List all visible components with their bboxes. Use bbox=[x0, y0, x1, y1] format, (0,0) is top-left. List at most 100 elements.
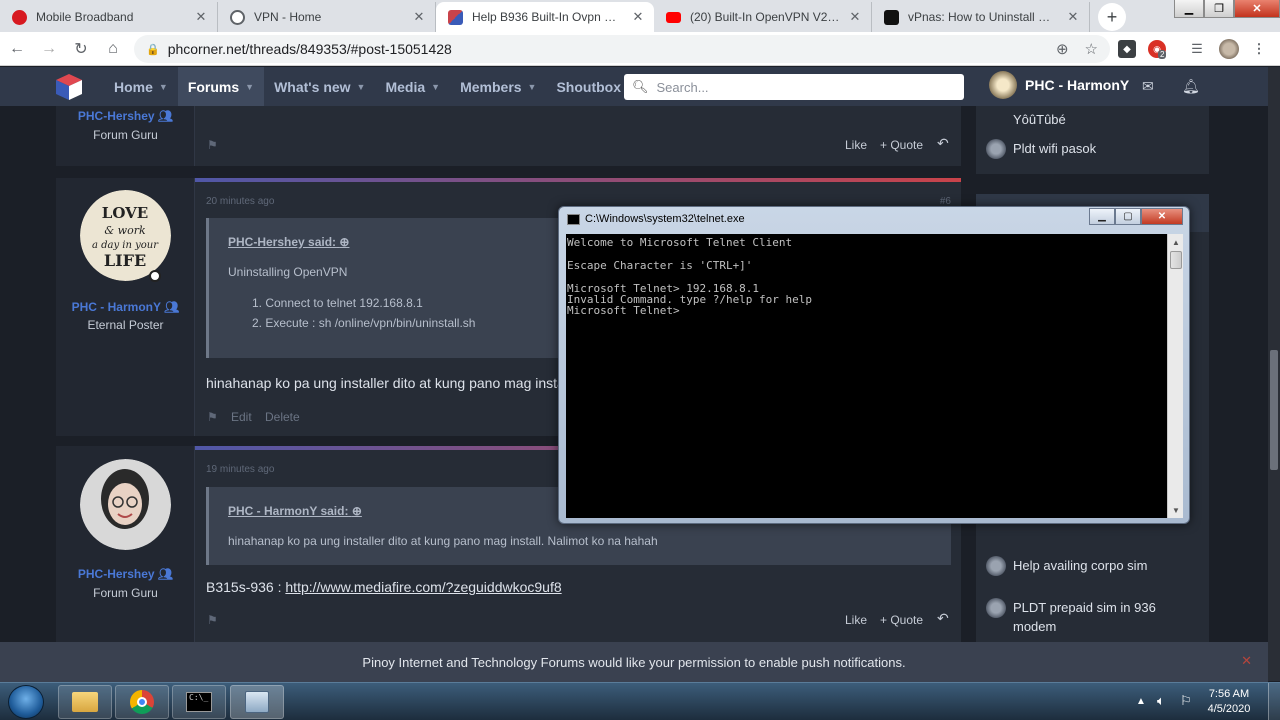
reading-list-icon[interactable]: ☰ bbox=[1188, 40, 1206, 58]
chrome-icon bbox=[130, 690, 154, 714]
sidebar-thread-item[interactable]: YôûTûbé bbox=[986, 110, 1201, 130]
taskbar-file-explorer[interactable] bbox=[58, 685, 112, 719]
reply-icon[interactable]: ↶ bbox=[937, 135, 949, 152]
telnet-window[interactable]: C:\Windows\system32\telnet.exe ▁ ▢ ✕ Wel… bbox=[558, 206, 1190, 524]
new-tab-button[interactable]: + bbox=[1098, 3, 1126, 31]
tab-vpnas[interactable]: vPnas: How to Uninstall Openvp ✕ bbox=[872, 2, 1090, 32]
taskbar-command-prompt[interactable]: C:\_ bbox=[172, 685, 226, 719]
mediafire-link[interactable]: http://www.mediafire.com/?zeguiddwkoc9uf… bbox=[285, 579, 561, 595]
taskbar-chrome[interactable] bbox=[115, 685, 169, 719]
clock-time: 7:56 AM bbox=[1208, 688, 1250, 700]
profile-avatar-icon[interactable] bbox=[1219, 39, 1239, 59]
quote-button[interactable]: + Quote bbox=[880, 613, 923, 627]
user-avatar[interactable]: LOVE & work a day in your LIFE bbox=[80, 190, 171, 281]
close-window-icon[interactable]: ✕ bbox=[1234, 0, 1280, 18]
search-placeholder: Search... bbox=[656, 79, 709, 95]
extension-shield-icon[interactable]: ◆ bbox=[1118, 40, 1136, 58]
site-navigation: Home ▼ Forums ▼ What's new ▼ Media ▼ Members… bbox=[0, 67, 1268, 106]
page-scrollbar-thumb[interactable] bbox=[1270, 350, 1278, 470]
bookmark-star-icon[interactable]: ☆ bbox=[1085, 40, 1098, 58]
console-scrollbar-thumb[interactable] bbox=[1170, 251, 1182, 269]
address-bar[interactable]: 🔒 phcorner.net/threads/849353/#post-1505… bbox=[134, 35, 1110, 63]
report-flag-icon[interactable]: ⚑ bbox=[207, 613, 218, 627]
sidebar-thread-item[interactable]: Pldt wifi pasok bbox=[986, 139, 1201, 159]
like-button[interactable]: Like bbox=[845, 613, 867, 627]
quote-button[interactable]: + Quote bbox=[880, 138, 923, 152]
tab-vpn-home[interactable]: VPN - Home ✕ bbox=[218, 2, 436, 32]
post-user-title: Forum Guru bbox=[93, 128, 158, 142]
edit-button[interactable]: Edit bbox=[231, 410, 252, 424]
tab-mobile-broadband[interactable]: Mobile Broadband ✕ bbox=[0, 2, 218, 32]
minimize-icon[interactable]: ▁ bbox=[1174, 0, 1204, 18]
volume-icon[interactable]: 🔈︎ bbox=[1157, 693, 1165, 709]
inbox-icon[interactable]: ✉ bbox=[1142, 78, 1154, 95]
tab-youtube-openvpn[interactable]: (20) Built-In OpenVPN V2 Instal ✕ bbox=[654, 2, 872, 32]
site-search-input[interactable]: 🔍︎ Search... bbox=[624, 74, 964, 100]
nav-shoutbox[interactable]: Shoutbox bbox=[546, 67, 631, 106]
taskbar-telnet[interactable] bbox=[230, 685, 284, 719]
nav-members[interactable]: Members ▼ bbox=[450, 67, 546, 106]
nav-media[interactable]: Media ▼ bbox=[375, 67, 450, 106]
post-timestamp[interactable]: 19 minutes ago bbox=[206, 464, 274, 475]
tab-close-icon[interactable]: ✕ bbox=[193, 9, 209, 25]
reply-icon[interactable]: ↶ bbox=[937, 610, 949, 627]
nav-home[interactable]: Home ▼ bbox=[104, 67, 178, 106]
bell-icon[interactable]: 🔔︎ bbox=[1182, 78, 1200, 95]
close-icon[interactable]: ✕ bbox=[1141, 208, 1183, 225]
tab-close-icon[interactable]: ✕ bbox=[847, 9, 863, 25]
scroll-down-arrow-icon[interactable]: ▼ bbox=[1168, 502, 1184, 518]
post-user-cell: PHC-Hershey 👥︎ Forum Guru bbox=[56, 106, 195, 166]
window-controls: ▁ ❐ ✕ bbox=[1174, 0, 1280, 18]
add-page-icon[interactable]: ⊕ bbox=[1056, 40, 1069, 58]
telnet-console[interactable]: Welcome to Microsoft Telnet Client ​Escap… bbox=[566, 234, 1167, 518]
sidebar-thread-item[interactable]: PLDT prepaid sim in 936 modem bbox=[986, 598, 1201, 636]
start-button[interactable] bbox=[8, 685, 44, 719]
console-line: Microsoft Telnet> bbox=[567, 304, 680, 318]
show-desktop-button[interactable] bbox=[1268, 683, 1280, 720]
restore-icon[interactable]: ❐ bbox=[1204, 0, 1234, 18]
chevron-down-icon[interactable]: ▼ bbox=[357, 82, 366, 92]
home-icon[interactable]: ⌂ bbox=[98, 34, 128, 64]
sidebar-thread-item[interactable]: Help availing corpo sim bbox=[986, 556, 1201, 576]
chevron-down-icon[interactable]: ▼ bbox=[245, 82, 254, 92]
tab-close-icon[interactable]: ✕ bbox=[411, 9, 427, 25]
chevron-down-icon[interactable]: ▼ bbox=[431, 82, 440, 92]
post-author[interactable]: PHC - HarmonY 👥︎ bbox=[56, 300, 195, 314]
minimize-icon[interactable]: ▁ bbox=[1089, 208, 1115, 225]
taskbar-clock[interactable]: 7:56 AM 4/5/2020 bbox=[1199, 687, 1259, 717]
lock-icon[interactable]: 🔒 bbox=[146, 43, 160, 56]
forward-arrow-icon[interactable]: → bbox=[34, 34, 64, 64]
user-avatar[interactable] bbox=[80, 459, 171, 550]
back-arrow-icon[interactable]: ← bbox=[2, 34, 32, 64]
tab-help-b936[interactable]: Help B936 Built-In Ovpn Bug | P ✕ bbox=[436, 2, 654, 32]
tab-title: vPnas: How to Uninstall Openvp bbox=[908, 10, 1059, 24]
post-author[interactable]: PHC-Hershey 👥︎ bbox=[56, 109, 195, 123]
post-author[interactable]: PHC-Hershey 👥︎ bbox=[56, 567, 195, 581]
tab-close-icon[interactable]: ✕ bbox=[1065, 9, 1081, 25]
action-center-icon[interactable]: ⚐ bbox=[1180, 693, 1192, 709]
chrome-menu-icon[interactable]: ⋮ bbox=[1250, 40, 1268, 58]
delete-button[interactable]: Delete bbox=[265, 410, 300, 424]
chevron-down-icon[interactable]: ▼ bbox=[159, 82, 168, 92]
console-scrollbar[interactable]: ▲ ▼ bbox=[1167, 234, 1183, 518]
report-flag-icon[interactable]: ⚑ bbox=[207, 410, 218, 424]
user-menu[interactable]: PHC - HarmonY bbox=[989, 71, 1129, 99]
page-scrollbar[interactable] bbox=[1268, 67, 1280, 681]
quote-author-link[interactable]: PHC - HarmonY said: ⊕ bbox=[228, 504, 362, 518]
reload-icon[interactable]: ↻ bbox=[66, 34, 96, 64]
thread-avatar bbox=[986, 598, 1006, 618]
report-flag-icon[interactable]: ⚑ bbox=[207, 138, 218, 152]
scroll-up-arrow-icon[interactable]: ▲ bbox=[1168, 234, 1184, 250]
maximize-icon[interactable]: ▢ bbox=[1115, 208, 1141, 225]
post-timestamp[interactable]: 20 minutes ago bbox=[206, 196, 274, 207]
nav-forums[interactable]: Forums ▼ bbox=[177, 67, 265, 106]
youtube-favicon-icon bbox=[666, 12, 681, 23]
show-hidden-icons-arrow[interactable]: ▲ bbox=[1136, 696, 1146, 707]
chevron-down-icon[interactable]: ▼ bbox=[528, 82, 537, 92]
like-button[interactable]: Like bbox=[845, 138, 867, 152]
quote-author-link[interactable]: PHC-Hershey said: ⊕ bbox=[228, 235, 349, 249]
phcorner-logo-icon[interactable] bbox=[54, 72, 84, 102]
nav-whats-new[interactable]: What's new ▼ bbox=[264, 67, 375, 106]
tab-close-icon[interactable]: ✕ bbox=[630, 9, 646, 25]
close-icon[interactable]: ✕ bbox=[1241, 653, 1252, 669]
